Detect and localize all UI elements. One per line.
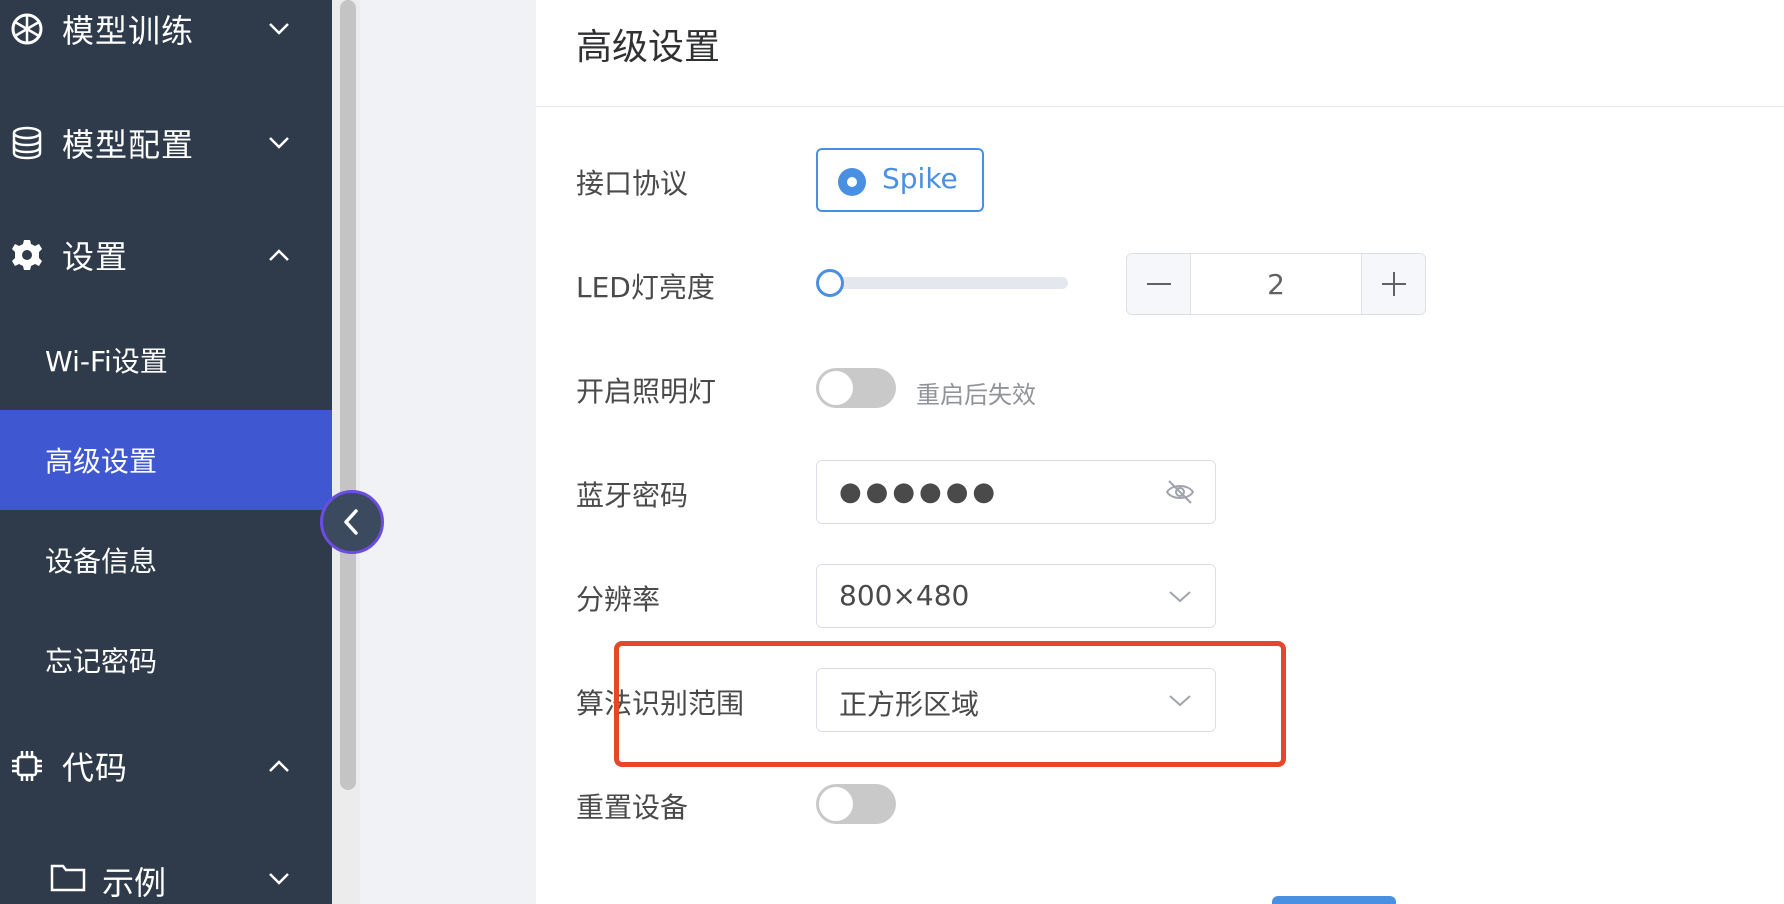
sidebar-item-label: 忘记密码 — [45, 645, 158, 678]
led-brightness-value[interactable]: 2 — [1191, 254, 1361, 314]
radio-label: Spike — [882, 162, 958, 195]
sidebar-item-forgot-password[interactable]: 忘记密码 — [0, 610, 332, 710]
lighting-hint: 重启后失效 — [916, 381, 1036, 409]
eye-off-icon[interactable] — [1165, 479, 1195, 505]
protocol-label: 接口协议 — [576, 167, 689, 200]
sidebar-item-code[interactable]: 代码 — [0, 731, 332, 801]
decrement-button[interactable] — [1127, 254, 1191, 314]
reset-device-label: 重置设备 — [576, 791, 689, 824]
sidebar-item-label: 示例 — [102, 864, 167, 902]
minus-icon — [1146, 283, 1171, 285]
folder-icon — [50, 864, 86, 892]
resolution-label: 分辨率 — [576, 583, 661, 616]
sidebar-item-examples[interactable]: 示例 — [0, 844, 332, 904]
annotation-highlight-box — [614, 641, 1286, 767]
database-icon — [12, 126, 42, 160]
chevron-down-icon — [269, 873, 289, 885]
app-root: 模型训练 模型配置 设置 Wi-Fi设置 高级设置 设备信息 忘记密码 代码 示… — [0, 0, 1784, 904]
radio-selected-icon — [838, 168, 866, 196]
gear-icon — [12, 240, 42, 270]
sidebar-item-settings[interactable]: 设置 — [0, 220, 332, 290]
led-brightness-slider-handle[interactable] — [816, 269, 844, 297]
resolution-value: 800×480 — [839, 579, 970, 612]
led-brightness-slider-track[interactable] — [818, 277, 1068, 289]
resolution-select[interactable]: 800×480 — [816, 564, 1216, 628]
led-brightness-stepper: 2 — [1126, 253, 1426, 315]
main-panel: 高级设置 接口协议 Spike LED灯亮度 2 开启照明灯 重启后失效 蓝牙密… — [536, 0, 1784, 904]
chevron-up-icon — [269, 760, 289, 772]
bt-password-label: 蓝牙密码 — [576, 479, 689, 512]
sidebar-item-label: 代码 — [62, 749, 129, 787]
sidebar-item-label: 高级设置 — [45, 445, 158, 478]
sidebar: 模型训练 模型配置 设置 Wi-Fi设置 高级设置 设备信息 忘记密码 代码 示… — [0, 0, 332, 904]
title-divider — [536, 106, 1784, 107]
chevron-left-icon — [344, 509, 358, 535]
sidebar-scrollbar-thumb[interactable] — [340, 0, 356, 790]
sidebar-item-wifi-settings[interactable]: Wi-Fi设置 — [0, 310, 332, 410]
sidebar-item-label: 模型训练 — [62, 12, 195, 50]
sidebar-item-label: Wi-Fi设置 — [45, 345, 168, 378]
sidebar-item-advanced-settings[interactable]: 高级设置 — [0, 410, 332, 510]
chevron-down-icon — [269, 23, 289, 35]
sidebar-item-model-config[interactable]: 模型配置 — [0, 108, 332, 178]
sidebar-item-label: 设置 — [62, 238, 129, 276]
content-background — [360, 0, 536, 904]
led-brightness-label: LED灯亮度 — [576, 271, 715, 304]
toggle-knob — [819, 371, 853, 405]
chip-icon — [12, 751, 42, 781]
chevron-down-icon — [1169, 591, 1191, 603]
toggle-knob — [819, 787, 853, 821]
reset-device-toggle[interactable] — [816, 784, 896, 824]
submit-button[interactable] — [1272, 896, 1396, 904]
password-value: ●●●●●● — [839, 477, 1000, 507]
protocol-radio-spike[interactable]: Spike — [816, 148, 984, 212]
lighting-toggle[interactable] — [816, 368, 896, 408]
bt-password-field[interactable]: ●●●●●● — [816, 460, 1216, 524]
aperture-icon — [11, 13, 43, 45]
chevron-up-icon — [269, 249, 289, 261]
chevron-down-icon — [269, 137, 289, 149]
increment-button[interactable] — [1361, 254, 1425, 314]
sidebar-item-model-training[interactable]: 模型训练 — [0, 0, 332, 64]
plus-icon — [1381, 272, 1406, 296]
sidebar-item-label: 模型配置 — [62, 126, 195, 164]
sidebar-item-device-info[interactable]: 设备信息 — [0, 510, 332, 610]
collapse-sidebar-button[interactable] — [320, 490, 384, 554]
lighting-label: 开启照明灯 — [576, 375, 717, 408]
page-title: 高级设置 — [576, 27, 721, 68]
sidebar-item-label: 设备信息 — [45, 545, 158, 578]
